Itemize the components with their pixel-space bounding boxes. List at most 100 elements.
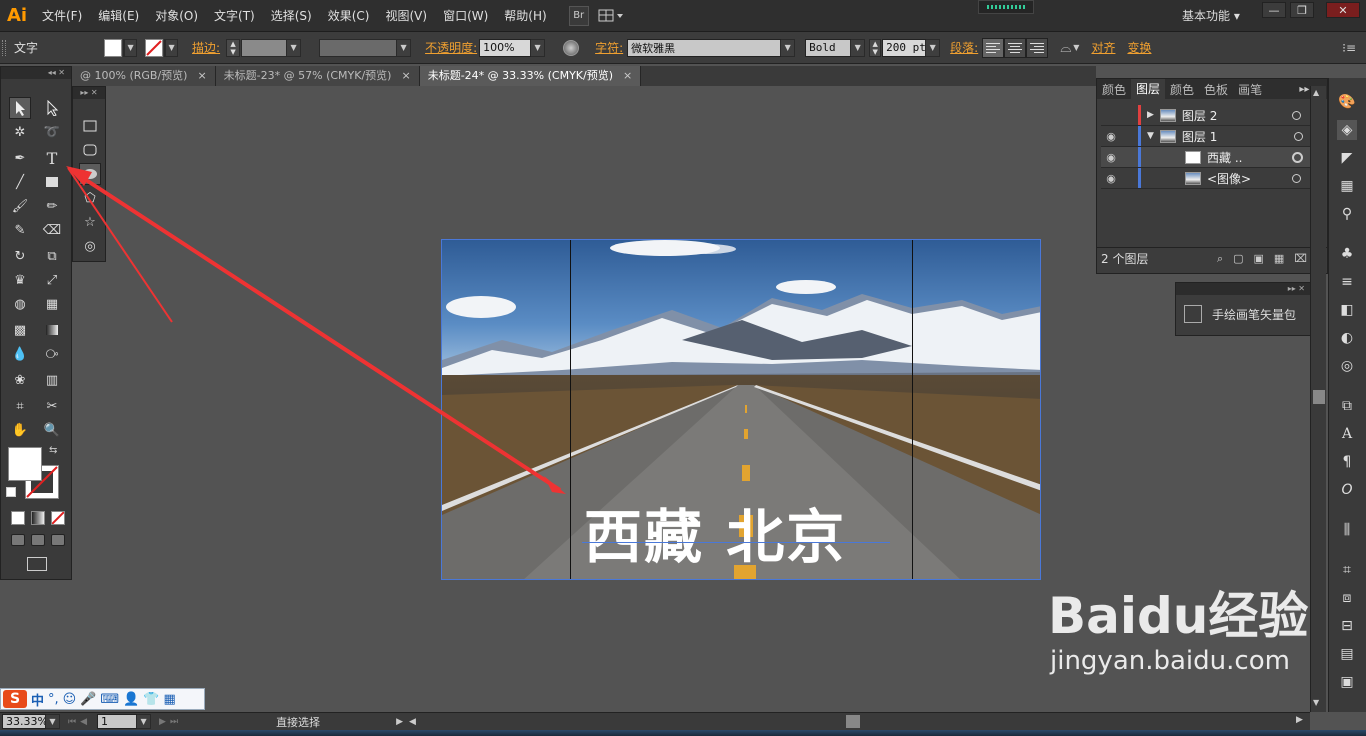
workspace-switcher[interactable]: 基本功能 ▾ <box>1182 7 1240 24</box>
opentype-icon[interactable]: O <box>1337 480 1357 500</box>
screen-mode-icon[interactable] <box>27 557 47 571</box>
menu-effect[interactable]: 效果(C) <box>320 0 378 32</box>
opacity-label[interactable]: 不透明度: <box>425 39 477 56</box>
swatches-icon[interactable]: ▦ <box>1337 176 1357 196</box>
width-tool-icon[interactable]: ♛ <box>9 269 31 291</box>
minimize-button[interactable]: — <box>1262 2 1286 18</box>
layer-actions-icons[interactable]: ⌕▢▣▦⌧ <box>1217 252 1317 266</box>
font-family-field[interactable]: 微软雅黑 <box>627 38 782 57</box>
lasso-tool-icon[interactable]: ➰ <box>41 121 63 143</box>
blend-tool-icon[interactable]: ⧂ <box>41 343 63 365</box>
slice-tool-icon[interactable]: ✂ <box>41 395 63 417</box>
first-prev-artboard-icons[interactable]: ⏮◀ <box>68 717 91 727</box>
fill-swatch[interactable] <box>104 38 123 57</box>
paintbrush-tool-icon[interactable]: 🖌 <box>9 195 31 217</box>
target-circle-icon[interactable] <box>1294 131 1303 141</box>
color-guide-icon[interactable]: ◤ <box>1337 148 1357 168</box>
navigator-icon[interactable]: ⊟ <box>1337 616 1357 636</box>
target-circle-icon[interactable] <box>1292 173 1301 183</box>
punctuation-icon[interactable]: °, <box>48 692 59 707</box>
menu-window[interactable]: 窗口(W) <box>435 0 496 32</box>
tab-brushes[interactable]: 画笔 <box>1233 81 1267 98</box>
close-tab-icon[interactable]: × <box>401 69 410 82</box>
font-size-stepper[interactable]: ▲ ▼ <box>869 38 882 57</box>
tab-layers[interactable]: 图层 <box>1131 79 1166 99</box>
skin-icon[interactable]: 👕 <box>143 692 159 707</box>
color-mode-button[interactable] <box>11 511 25 525</box>
brushes-icon[interactable]: ⚲ <box>1337 204 1357 224</box>
rectangle-tool-icon[interactable] <box>41 171 63 193</box>
tab-document-24[interactable]: 未标题-24* @ 33.33% (CMYK/预览) × <box>419 66 642 86</box>
gradient-icon[interactable]: ◧ <box>1337 300 1357 320</box>
eraser-tool-icon[interactable]: ⌫ <box>41 219 63 241</box>
gradient-tool-icon[interactable] <box>41 319 63 341</box>
restore-button[interactable]: ❐ <box>1290 2 1314 18</box>
artboard-number-field[interactable]: 1 <box>97 714 138 729</box>
direct-selection-tool-icon[interactable] <box>41 97 63 119</box>
stroke-swatch[interactable] <box>145 38 164 57</box>
scroll-right-arrow-icon[interactable]: ▶ <box>1296 715 1303 725</box>
align-left-button[interactable] <box>982 37 1005 58</box>
close-button[interactable]: ✕ <box>1326 2 1360 18</box>
hand-tool-icon[interactable]: ✋ <box>9 419 31 441</box>
type-tool-icon[interactable]: T <box>41 147 63 169</box>
rotate-tool-icon[interactable]: ↻ <box>9 245 31 267</box>
opacity-field[interactable]: 100% <box>479 38 532 57</box>
appearance-icon[interactable]: ◎ <box>1337 356 1357 376</box>
menu-select[interactable]: 选择(S) <box>263 0 320 32</box>
recolor-artwork-icon[interactable] <box>563 39 580 56</box>
artboard-tool-icon[interactable]: ⌗ <box>9 395 31 417</box>
menu-object[interactable]: 对象(O) <box>147 0 206 32</box>
bridge-button[interactable]: Br <box>568 5 589 26</box>
fill-color-box[interactable] <box>8 447 42 481</box>
menu-edit[interactable]: 编辑(E) <box>90 0 147 32</box>
scale-tool-icon[interactable]: ⧉ <box>41 245 63 267</box>
ellipse-tool-icon[interactable] <box>79 163 101 185</box>
layers-icon[interactable]: ◈ <box>1337 120 1357 140</box>
shape-builder-tool-icon[interactable]: ◍ <box>9 293 31 315</box>
status-menu-arrow-icon[interactable]: ▶ <box>396 717 403 727</box>
star-tool-icon[interactable]: ☆ <box>79 211 101 233</box>
opacity-dropdown[interactable]: ▼ <box>530 38 546 57</box>
pencil-tool-icon[interactable]: ✏ <box>41 195 63 217</box>
ime-mode[interactable]: 中 <box>31 690 44 709</box>
font-style-dropdown[interactable]: ▼ <box>850 38 866 57</box>
tab-color-guide[interactable]: 颜色 <box>1165 81 1199 98</box>
font-size-dropdown[interactable]: ▼ <box>925 38 941 57</box>
column-graph-tool-icon[interactable]: ▥ <box>41 369 63 391</box>
tab-document-23[interactable]: 未标题-23* @ 57% (CMYK/预览) × <box>215 66 420 86</box>
expand-triangle-icon[interactable]: ▶ <box>1147 110 1154 120</box>
microphone-icon[interactable]: 🎤 <box>80 692 96 707</box>
panel-header[interactable]: ◂◂ ✕ <box>1 67 71 79</box>
stroke-weight-stepper[interactable]: ▲ ▼ <box>226 38 241 57</box>
flare-tool-icon[interactable]: ◎ <box>79 235 101 257</box>
selection-tool-icon[interactable] <box>9 97 31 119</box>
none-mode-button[interactable] <box>51 511 65 525</box>
menu-type[interactable]: 文字(T) <box>206 0 263 32</box>
stroke-dropdown[interactable]: ▼ <box>164 38 179 57</box>
draw-behind-button[interactable] <box>31 534 45 546</box>
grid-menu-icon[interactable]: ▦ <box>164 692 176 707</box>
symbol-sprayer-tool-icon[interactable]: ❀ <box>9 369 31 391</box>
target-circle-icon[interactable] <box>1292 151 1303 163</box>
transform-icon[interactable]: ⧉ <box>1337 396 1357 416</box>
align-label[interactable]: 对齐 <box>1091 39 1115 56</box>
swap-fill-stroke-icon[interactable]: ⇆ <box>49 445 57 456</box>
artboards-icon[interactable]: ⌗ <box>1337 560 1357 580</box>
draw-normal-button[interactable] <box>11 534 25 546</box>
zoom-tool-icon[interactable]: 🔍 <box>41 419 63 441</box>
scroll-down-arrow-icon[interactable]: ▼ <box>1313 698 1319 707</box>
panel-menu-icon[interactable]: ⁝≡ <box>1342 41 1356 55</box>
arrange-documents-icon[interactable] <box>597 6 625 26</box>
layer-row-1[interactable]: ◉ ▼ 图层 1 <box>1101 126 1321 147</box>
symbols-icon[interactable]: ♣ <box>1337 244 1357 264</box>
artboard-dropdown[interactable]: ▼ <box>136 714 152 729</box>
align-center-button[interactable] <box>1004 37 1027 58</box>
panel-header[interactable]: ▸▸ ✕ <box>1176 283 1311 295</box>
tab-swatches[interactable]: 色板 <box>1199 81 1233 98</box>
info-icon[interactable]: ▣ <box>1337 672 1357 692</box>
emoji-icon[interactable]: ☺ <box>63 692 77 707</box>
rectangle-tool-icon[interactable] <box>79 115 101 137</box>
visibility-eye-icon[interactable]: ◉ <box>1101 151 1121 164</box>
collapse-triangle-icon[interactable]: ▼ <box>1147 131 1154 141</box>
